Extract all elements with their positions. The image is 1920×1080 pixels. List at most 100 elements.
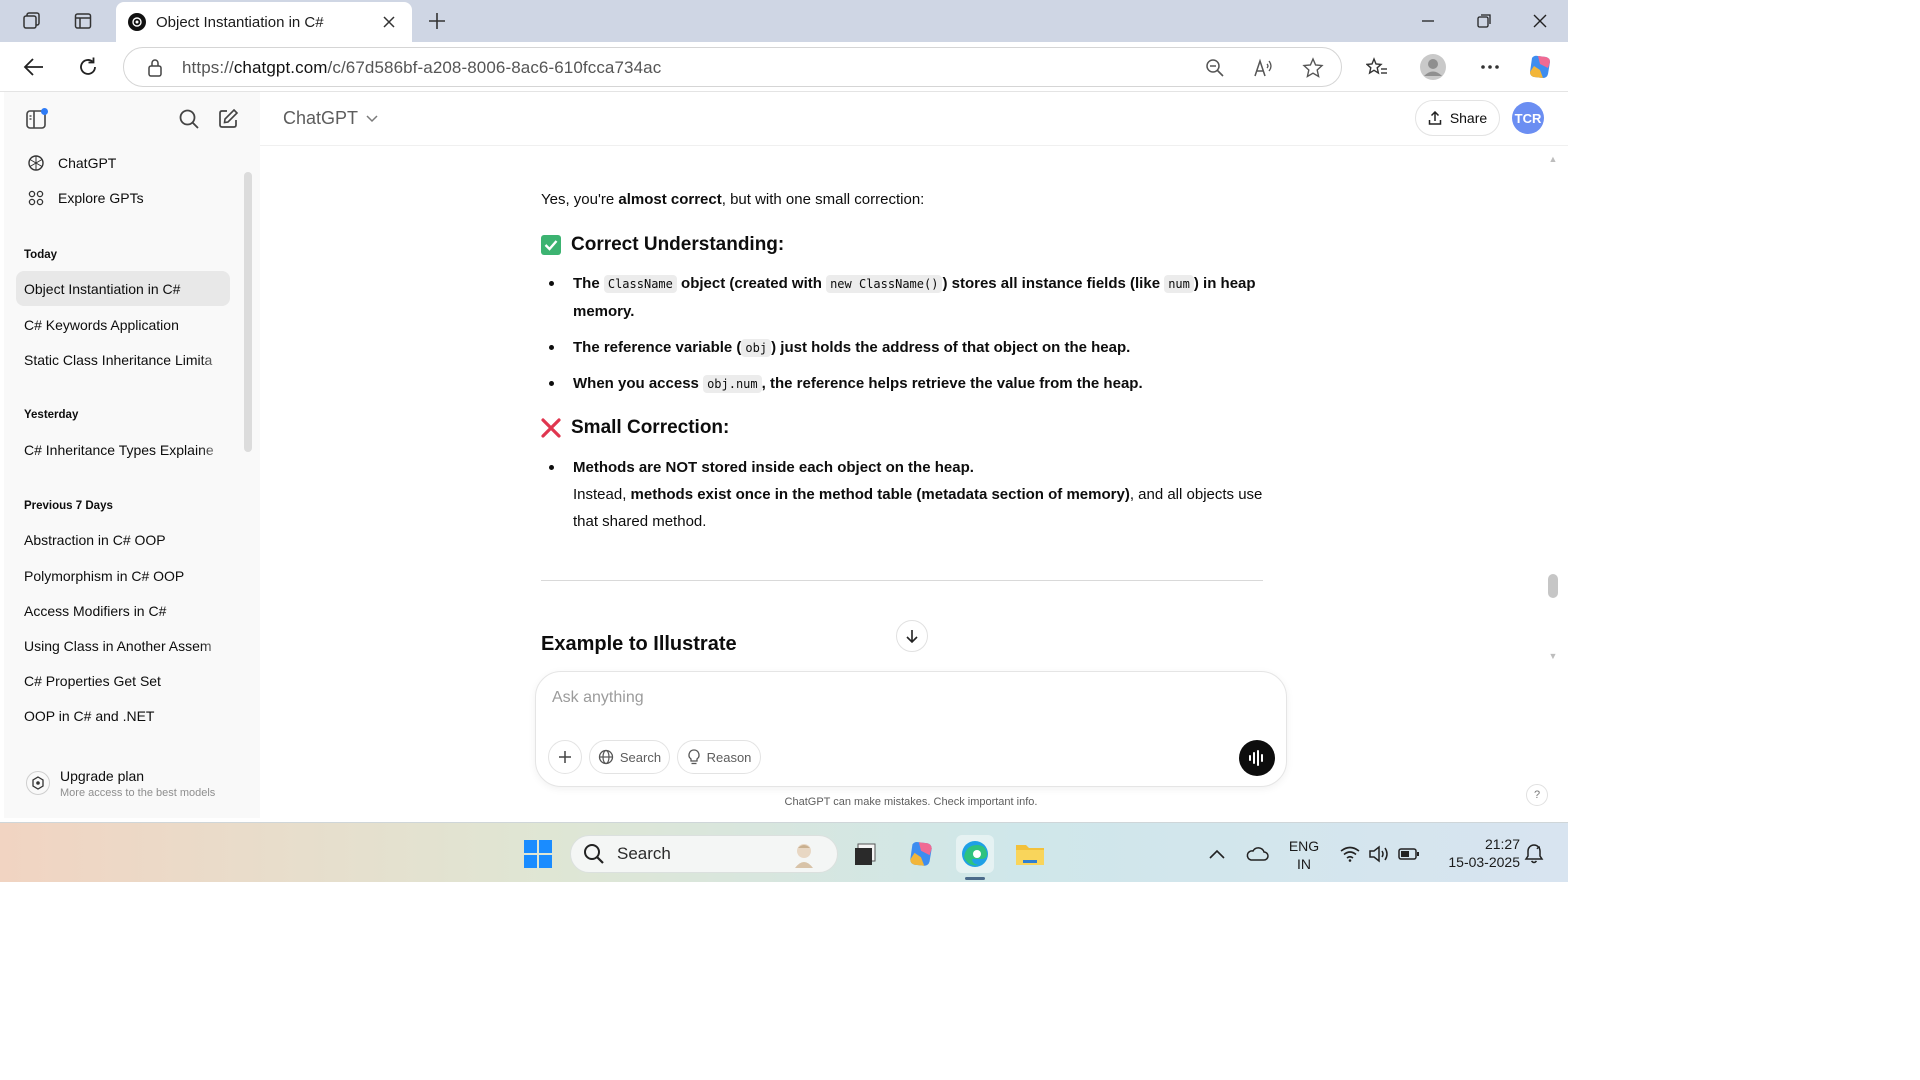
upgrade-plan-button[interactable]: Upgrade plan More access to the best mod… — [16, 760, 246, 806]
sidebar-nav-label: Explore GPTs — [58, 190, 144, 206]
globe-icon — [598, 749, 614, 765]
edge-browser-icon[interactable] — [956, 835, 994, 873]
scroll-down-arrow-icon[interactable]: ▼ — [1548, 651, 1558, 661]
inline-code: num — [1164, 275, 1194, 293]
copilot-taskbar-icon[interactable] — [902, 835, 940, 873]
inline-code: new ClassName() — [826, 275, 943, 293]
upgrade-subtitle: More access to the best models — [60, 786, 216, 799]
chat-item-label: C# Inheritance Types Explaine — [24, 441, 214, 458]
chat-item-label: OOP in C# and .NET — [24, 707, 155, 724]
grid-icon — [26, 188, 46, 208]
restore-icon[interactable] — [1456, 4, 1512, 38]
read-aloud-icon[interactable] — [1251, 56, 1277, 80]
chat-item-label: Object Instantiation in C# — [24, 280, 181, 297]
lang-line: IN — [1297, 856, 1311, 872]
tab-active[interactable]: Object Instantiation in C# — [116, 2, 412, 42]
chat-item[interactable]: Access Modifiers in C# — [16, 593, 230, 628]
chat-item[interactable]: Polymorphism in C# OOP — [16, 558, 230, 593]
message-composer: Search Reason — [535, 671, 1287, 787]
new-tab-icon[interactable] — [421, 6, 453, 36]
user-avatar[interactable]: TCR — [1512, 102, 1544, 134]
tab-actions-icon[interactable] — [67, 6, 99, 36]
voice-waveform-icon — [1248, 750, 1266, 766]
text-span: Yes, you're — [541, 191, 619, 208]
divider — [541, 580, 1263, 581]
toggle-sidebar-icon[interactable] — [24, 106, 50, 132]
close-window-icon[interactable] — [1512, 4, 1568, 38]
fade-overlay — [200, 342, 230, 377]
workspaces-icon[interactable] — [16, 6, 48, 36]
active-app-indicator — [965, 877, 985, 880]
chat-item-label: C# Keywords Application — [24, 316, 179, 333]
copilot-icon[interactable] — [1524, 52, 1556, 82]
site-info-lock-icon[interactable] — [142, 56, 168, 80]
refresh-icon[interactable] — [72, 52, 104, 82]
chat-item[interactable]: OOP in C# and .NET — [16, 698, 230, 733]
scroll-up-arrow-icon[interactable]: ▲ — [1548, 154, 1558, 164]
back-icon[interactable] — [18, 52, 50, 82]
favorite-star-icon[interactable] — [1300, 56, 1326, 80]
voice-mode-button[interactable] — [1239, 740, 1275, 776]
chat-item-label: Static Class Inheritance Limita — [24, 351, 213, 368]
scroll-down-button[interactable] — [896, 620, 928, 652]
favorites-list-icon[interactable] — [1361, 52, 1393, 82]
browser-tab-bar: Object Instantiation in C# — [0, 0, 1568, 42]
url-text: https://chatgpt.com/c/67d586bf-a208-8006… — [182, 58, 662, 77]
more-options-icon[interactable] — [1474, 52, 1506, 82]
check-mark-icon — [541, 234, 561, 255]
sidebar: ChatGPT Explore GPTs Today Object Instan… — [4, 92, 260, 818]
correct-bullets: The ClassName object (created with new C… — [541, 270, 1263, 406]
share-icon — [1428, 111, 1442, 125]
language-indicator[interactable]: ENG IN — [1284, 837, 1324, 873]
file-explorer-icon[interactable] — [1011, 835, 1049, 873]
model-selector[interactable]: ChatGPT — [283, 108, 378, 129]
share-button[interactable]: Share — [1415, 100, 1500, 136]
search-button[interactable]: Search — [589, 740, 670, 774]
main-scrollbar-thumb[interactable] — [1548, 574, 1558, 598]
new-chat-icon[interactable] — [215, 106, 241, 132]
profile-avatar-icon[interactable] — [1417, 52, 1449, 82]
taskbar-search-box[interactable]: Search — [570, 835, 838, 873]
chat-item[interactable]: Using Class in Another Assem — [16, 628, 230, 663]
cross-mark-icon — [541, 417, 561, 438]
chatgpt-favicon-icon — [128, 13, 146, 31]
main-chat-area: ChatGPT Share TCR Yes, you're almost cor… — [260, 92, 1568, 818]
onedrive-cloud-icon[interactable] — [1238, 835, 1276, 873]
chat-item[interactable]: Static Class Inheritance Limita — [16, 342, 230, 377]
sidebar-scrollbar[interactable] — [244, 172, 252, 452]
lightbulb-icon — [687, 749, 701, 765]
share-label: Share — [1449, 110, 1488, 126]
chat-item[interactable]: C# Keywords Application — [16, 307, 230, 342]
chat-item-label: Abstraction in C# OOP — [24, 531, 166, 548]
attach-button[interactable] — [548, 740, 582, 774]
search-chats-icon[interactable] — [176, 106, 202, 132]
upgrade-title: Upgrade plan — [60, 767, 145, 784]
search-highlight-icon — [789, 840, 819, 870]
url-field[interactable]: https://chatgpt.com/c/67d586bf-a208-8006… — [123, 47, 1342, 87]
section-heading-correction: Small Correction: — [541, 414, 729, 441]
minimize-icon[interactable] — [1400, 4, 1456, 38]
inline-code: obj.num — [703, 375, 762, 393]
show-hidden-icons-icon[interactable] — [1198, 835, 1236, 873]
battery-icon[interactable] — [1390, 835, 1428, 873]
help-button[interactable]: ? — [1526, 784, 1548, 806]
task-view-icon[interactable] — [846, 835, 884, 873]
clock[interactable]: 21:27 15-03-2025 — [1434, 835, 1520, 871]
sidebar-nav-explore-gpts[interactable]: Explore GPTs — [16, 181, 230, 215]
zoom-out-icon[interactable] — [1202, 56, 1228, 80]
chat-item[interactable]: C# Properties Get Set — [16, 663, 230, 698]
section-title-yesterday: Yesterday — [24, 409, 79, 421]
chat-item[interactable]: C# Inheritance Types Explaine — [16, 432, 230, 467]
notifications-bell-icon[interactable] — [1516, 835, 1552, 873]
heading-text: Small Correction: — [571, 417, 730, 438]
chat-item-label: Access Modifiers in C# — [24, 602, 167, 619]
chat-item-label: C# Properties Get Set — [24, 672, 161, 689]
reason-button[interactable]: Reason — [677, 740, 761, 774]
chat-item[interactable]: Abstraction in C# OOP — [16, 522, 230, 557]
prompt-input[interactable] — [552, 686, 1152, 710]
windows-start-icon[interactable] — [519, 835, 557, 873]
sidebar-nav-chatgpt[interactable]: ChatGPT — [16, 146, 230, 180]
fade-overlay — [200, 628, 230, 663]
close-tab-icon[interactable] — [378, 11, 400, 33]
chat-item-active[interactable]: Object Instantiation in C# — [16, 271, 230, 306]
